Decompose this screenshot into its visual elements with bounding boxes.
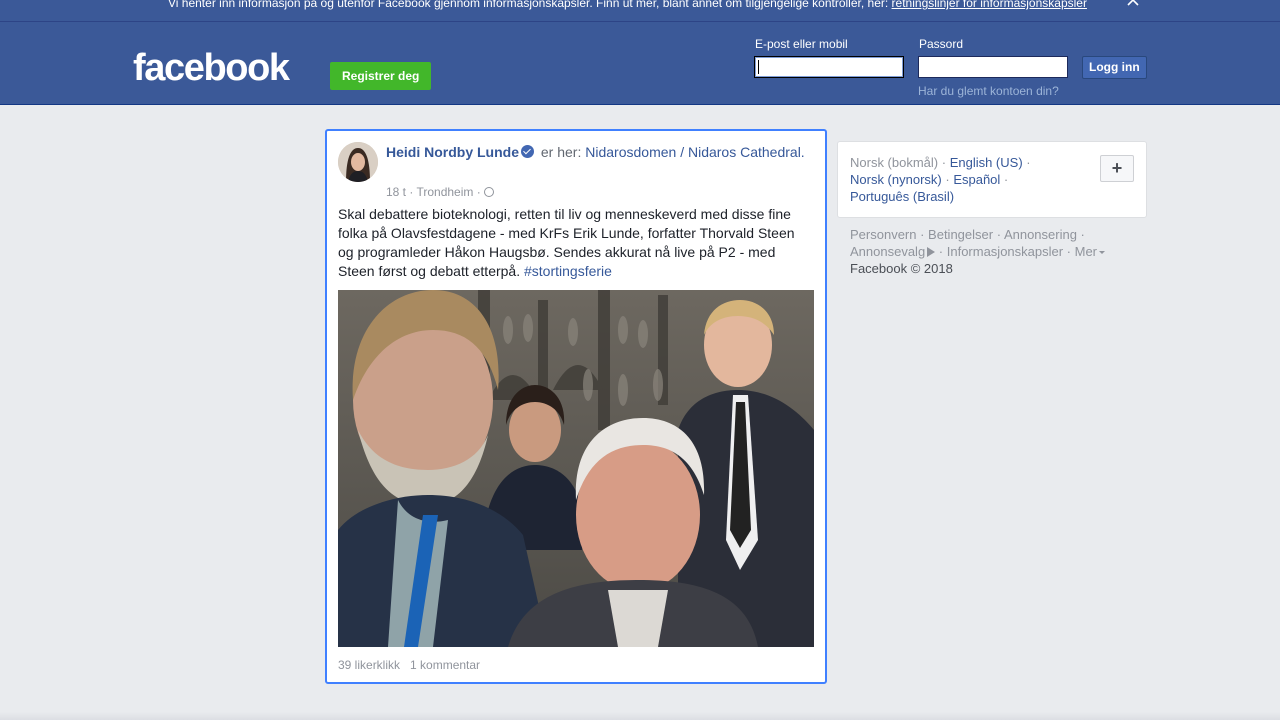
cookie-banner-text: Vi henter inn informasjon på og utenfor … xyxy=(168,0,1087,12)
verified-badge-icon xyxy=(521,145,534,158)
post-header: Heidi Nordby Lunde er her: Nidarosdomen … xyxy=(386,143,806,162)
text-caret xyxy=(758,60,759,74)
email-field[interactable] xyxy=(754,56,904,78)
post-photo[interactable] xyxy=(338,290,814,647)
close-icon[interactable] xyxy=(1124,0,1142,10)
comments-count[interactable]: 1 kommentar xyxy=(410,658,480,672)
post-stats: 39 likerklikk 1 kommentar xyxy=(338,657,480,673)
avatar[interactable] xyxy=(338,142,378,182)
author-name[interactable]: Heidi Nordby Lunde xyxy=(386,144,519,160)
language-selector: Norsk (bokmål) · English (US) · Norsk (n… xyxy=(837,141,1147,218)
page-bottom-edge xyxy=(0,712,1280,720)
globe-icon xyxy=(484,187,495,197)
hashtag-link[interactable]: #stortingsferie xyxy=(524,263,612,279)
language-option[interactable]: Norsk (nynorsk) xyxy=(850,172,942,187)
footer-link-more[interactable]: Mer xyxy=(1075,244,1097,259)
footer-link-terms[interactable]: Betingelser xyxy=(928,227,993,242)
top-header: facebook Registrer deg E-post eller mobi… xyxy=(0,22,1280,105)
email-label: E-post eller mobil xyxy=(755,37,848,51)
footer-links: Personvern · Betingelser · Annonsering ·… xyxy=(850,226,1140,260)
login-button[interactable]: Logg inn xyxy=(1082,56,1147,79)
post-card: Heidi Nordby Lunde er her: Nidarosdomen … xyxy=(325,129,827,684)
post-time[interactable]: 18 t xyxy=(386,185,406,199)
likes-count[interactable]: 39 likerklikk xyxy=(338,658,400,672)
plus-icon[interactable]: + xyxy=(1100,155,1134,182)
cookie-banner: Vi henter inn informasjon på og utenfor … xyxy=(0,0,1280,22)
cookie-banner-message: Vi henter inn informasjon på og utenfor … xyxy=(168,0,889,10)
language-list: Norsk (bokmål) · English (US) · Norsk (n… xyxy=(850,155,1031,204)
post-meta: 18 t · Trondheim · xyxy=(386,184,495,200)
register-button[interactable]: Registrer deg xyxy=(330,62,432,90)
facebook-logo[interactable]: facebook xyxy=(133,46,290,90)
place-link[interactable]: Nidarosdomen / Nidaros Cathedral. xyxy=(585,144,804,160)
language-option[interactable]: English (US) xyxy=(950,155,1023,170)
post-text: Skal debattere bioteknologi, retten til … xyxy=(338,205,808,281)
language-option[interactable]: Español xyxy=(953,172,1000,187)
footer-link-privacy[interactable]: Personvern xyxy=(850,227,916,242)
password-field[interactable] xyxy=(918,56,1068,78)
footer-link-advertising[interactable]: Annonsering xyxy=(1004,227,1077,242)
footer-link-cookies[interactable]: Informasjonskapsler xyxy=(947,244,1063,259)
forgot-account-link[interactable]: Har du glemt kontoen din? xyxy=(918,84,1059,98)
location-prefix: er her: xyxy=(540,144,582,160)
chevron-down-icon xyxy=(1099,251,1106,254)
cookie-policy-link[interactable]: retningslinjer for informasjonskapsler xyxy=(892,0,1087,10)
language-option[interactable]: Português (Brasil) xyxy=(850,189,954,204)
copyright: Facebook © 2018 xyxy=(850,261,953,276)
password-label: Passord xyxy=(919,37,964,51)
language-current: Norsk (bokmål) xyxy=(850,155,939,170)
post-location[interactable]: Trondheim xyxy=(416,185,473,199)
footer-link-adchoices[interactable]: Annonsevalg xyxy=(850,244,925,259)
adchoices-icon xyxy=(927,247,936,257)
